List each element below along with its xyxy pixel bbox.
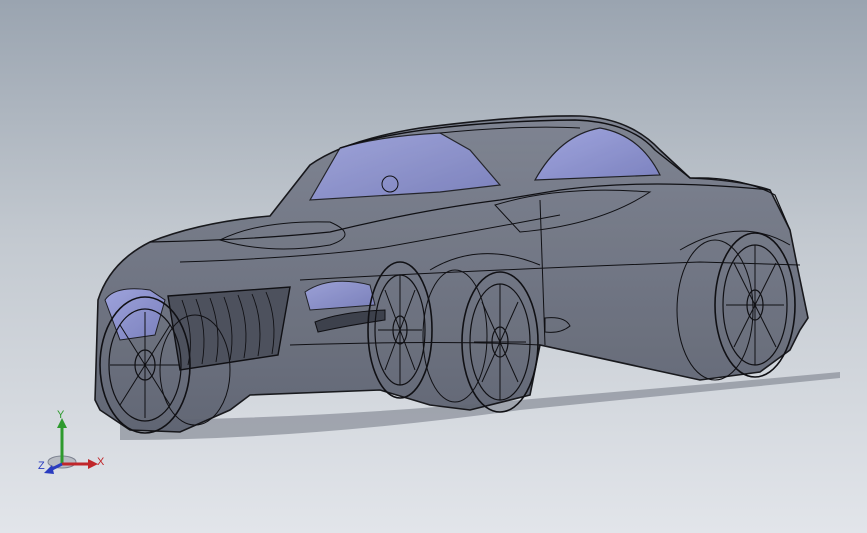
axis-x-label: X xyxy=(97,456,105,468)
car-model-wireframe[interactable] xyxy=(0,0,867,533)
axis-y-label: Y xyxy=(57,409,65,421)
axis-z-label: Z xyxy=(38,460,45,472)
coordinate-triad: Y X Z xyxy=(30,408,110,480)
graphics-viewport[interactable]: Y X Z xyxy=(0,0,867,533)
